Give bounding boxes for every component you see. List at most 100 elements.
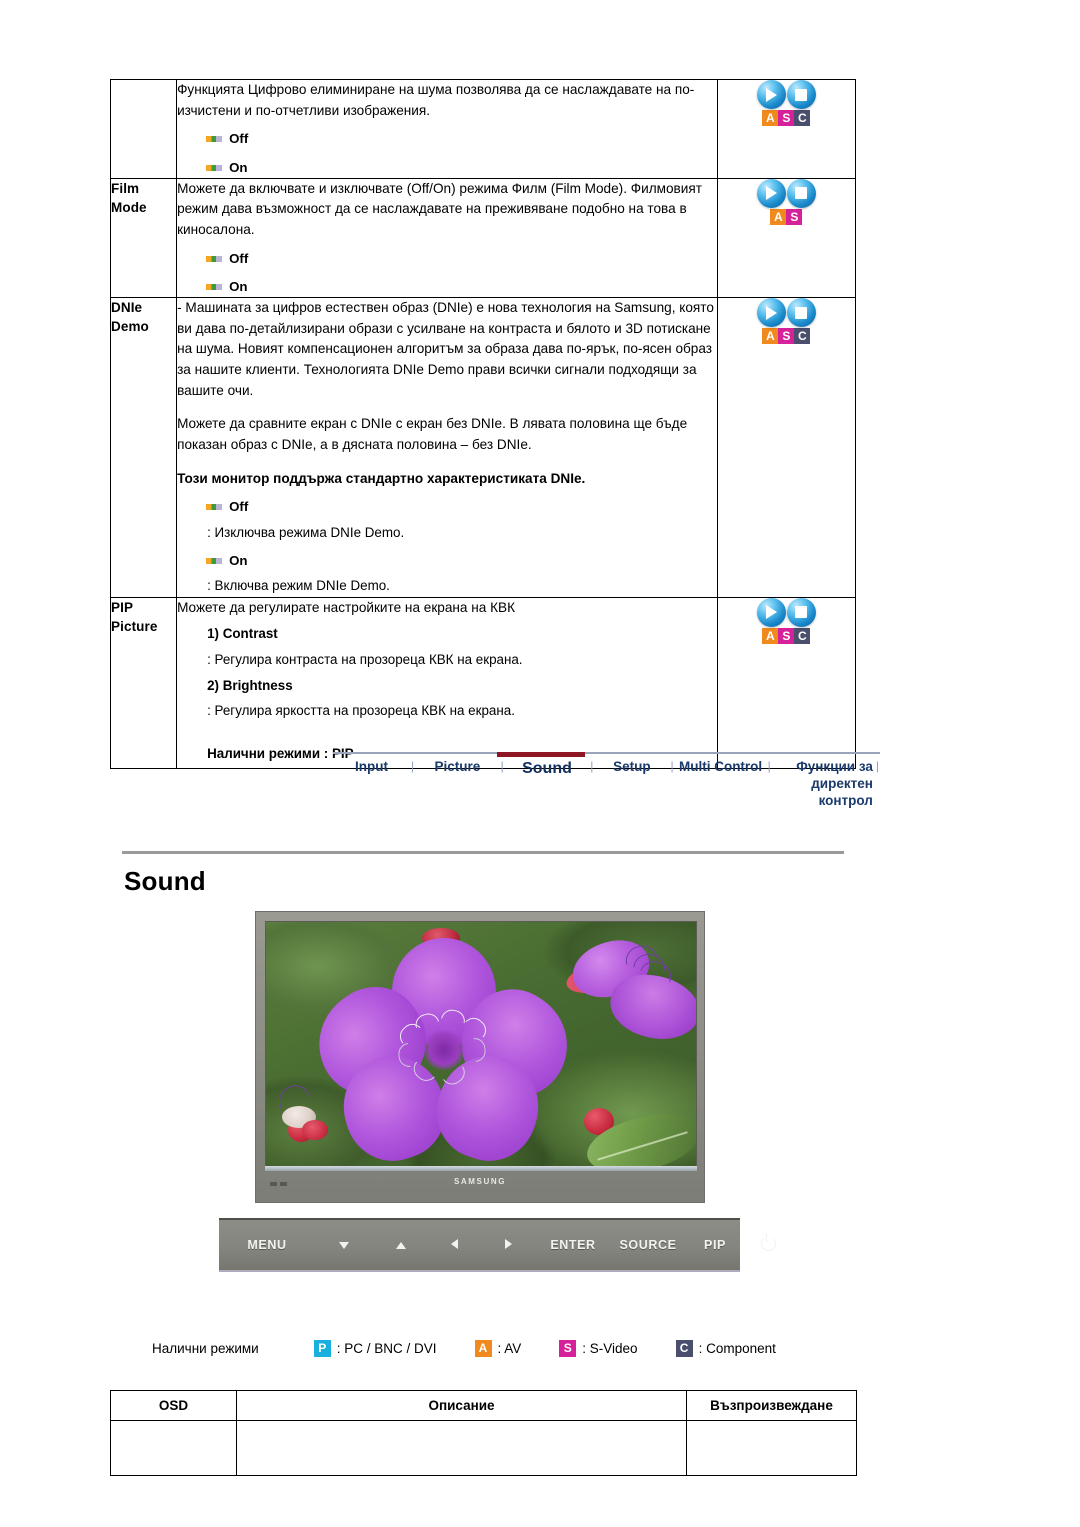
- left-button[interactable]: [429, 1238, 479, 1252]
- bud-whisker-icon: [273, 1080, 311, 1109]
- orb-pair: [756, 298, 816, 328]
- enter-button[interactable]: ENTER: [537, 1238, 609, 1252]
- mode-badge-c: C: [794, 110, 811, 126]
- monitor-screen: [265, 921, 697, 1169]
- dnie-support-note: Този монитор поддържа стандартно характе…: [177, 470, 586, 486]
- play-orb-icon: [756, 178, 786, 208]
- secondary-flower: [563, 932, 696, 1047]
- column-header-playback: Възпроизвеждане: [686, 1390, 857, 1421]
- pip-button[interactable]: PIP: [687, 1238, 743, 1252]
- table-row: Функцията Цифрово елиминиране на шума по…: [109, 79, 857, 179]
- tab-direct-control-functions[interactable]: Функции за директен контрол: [772, 759, 875, 810]
- chevron-down-icon: [339, 1242, 349, 1249]
- source-button[interactable]: SOURCE: [609, 1238, 687, 1252]
- option-off: Off: [206, 497, 717, 517]
- cell-osd: [110, 1420, 237, 1476]
- osd-label-line: DNIe: [111, 300, 143, 316]
- play-orb-icon: [756, 80, 786, 109]
- orb-pair: [756, 80, 816, 109]
- page-title: Sound: [124, 866, 206, 896]
- available-modes-legend: Налични режими P : PC / BNC / DVI A : AV…: [152, 1340, 814, 1357]
- osd-label-cell: Film Mode: [109, 177, 178, 299]
- osd-description-cell: Можете да регулирате настройките на екра…: [176, 596, 718, 770]
- tab-setup[interactable]: Setup: [594, 759, 669, 776]
- play-orb-icon: [756, 597, 786, 627]
- bullet-icon: [206, 283, 223, 290]
- primary-flower: [298, 936, 589, 1168]
- osd-mode-icon-cell: A S C: [716, 79, 857, 179]
- description-paragraph: Функцията Цифрово елиминиране на шума по…: [177, 82, 695, 118]
- mode-badge-a: A: [762, 328, 779, 345]
- option-label: Off: [229, 131, 249, 147]
- bullet-icon: [206, 255, 223, 262]
- table-row: [110, 1420, 857, 1476]
- chevron-up-icon: [396, 1242, 406, 1249]
- tab-input[interactable]: Input: [333, 759, 410, 776]
- osd-mode-icon-cell: A S: [716, 177, 857, 299]
- osd-mode-icon-cell: A S C: [716, 297, 857, 598]
- description-paragraph: Можете да регулирате настройките на екра…: [177, 599, 515, 615]
- play-orb-icon: [756, 298, 786, 328]
- down-button[interactable]: [315, 1238, 373, 1252]
- mode-badge-s: S: [786, 208, 803, 225]
- mode-badge-p: P: [313, 1340, 331, 1357]
- legend-item-text: : AV: [497, 1341, 522, 1356]
- mode-badge-a: A: [770, 208, 787, 225]
- mode-badge-c: C: [675, 1340, 693, 1357]
- option-label: Off: [229, 499, 249, 515]
- nav-tabs: Input | Picture | Sound | Setup | Multi …: [333, 754, 880, 810]
- flower-center: [423, 1030, 465, 1070]
- mode-letters: A S C: [757, 328, 816, 345]
- tab-sound[interactable]: Sound: [505, 759, 589, 779]
- cell-playback: [686, 1420, 857, 1476]
- stop-orb-icon: [786, 597, 816, 627]
- description-paragraph: Можете да сравните екран с DNIe с екран …: [177, 416, 688, 453]
- mode-badge-group: A S C: [756, 597, 816, 644]
- osd-description-cell: Можете да включвате и изключвате (Off/On…: [176, 177, 718, 299]
- monitor-illustration: SAMSUNG: [255, 911, 705, 1203]
- stop-orb-icon: [786, 298, 816, 328]
- option-label: On: [229, 159, 248, 175]
- column-header-description: Описание: [236, 1390, 687, 1421]
- right-button[interactable]: [479, 1238, 537, 1252]
- legend-item-pc: P : PC / BNC / DVI: [313, 1340, 437, 1357]
- mode-badge-s: S: [778, 328, 795, 345]
- menu-button[interactable]: MENU: [219, 1238, 315, 1252]
- tab-picture[interactable]: Picture: [415, 759, 499, 776]
- table-header-row: OSD Описание Възпроизвеждане: [110, 1390, 857, 1421]
- osd-label-cell: PIP Picture: [109, 596, 178, 770]
- orb-pair: [756, 178, 816, 208]
- mode-badge-s: S: [778, 627, 795, 644]
- osd-label-cell: DNIe Demo: [109, 297, 178, 598]
- osd-description-cell: Функцията Цифрово елиминиране на шума по…: [176, 79, 718, 179]
- section-nav: Input | Picture | Sound | Setup | Multi …: [333, 752, 880, 810]
- bullet-icon: [206, 136, 223, 143]
- option-label: Off: [229, 250, 249, 266]
- chevron-right-icon: [504, 1239, 512, 1249]
- option-off: Off: [206, 129, 717, 149]
- option-on: On: [206, 551, 717, 571]
- power-button[interactable]: [743, 1234, 793, 1254]
- monitor-bezel: SAMSUNG: [255, 911, 705, 1203]
- bullet-icon: [206, 504, 223, 511]
- bullet-icon: [206, 164, 223, 171]
- tab-multi-control[interactable]: Multi Control: [675, 759, 767, 776]
- stop-orb-icon: [786, 80, 816, 109]
- mode-badge-group: A S: [756, 178, 816, 225]
- up-button[interactable]: [373, 1238, 429, 1252]
- option-description: : Изключва режима DNIe Demo.: [207, 524, 405, 540]
- legend-item-component: C : Component: [675, 1340, 776, 1357]
- legend-item-svideo: S : S-Video: [559, 1340, 638, 1357]
- mode-letters: A S C: [757, 110, 816, 126]
- osd-settings-table: Функцията Цифрово елиминиране на шума по…: [109, 79, 857, 770]
- stop-orb-icon: [786, 178, 816, 208]
- osd-label-line: Picture: [111, 618, 158, 634]
- table-row: PIP Picture Можете да регулирате настрой…: [109, 596, 857, 770]
- chevron-left-icon: [450, 1239, 458, 1249]
- description-paragraph: - Машината за цифров естествен образ (DN…: [177, 300, 714, 398]
- option-off: Off: [206, 249, 717, 269]
- mode-badge-group: A S C: [756, 80, 816, 126]
- osd-label-cell: [109, 79, 178, 179]
- mode-letters: A S C: [757, 627, 816, 644]
- nav-separator: |: [875, 759, 880, 773]
